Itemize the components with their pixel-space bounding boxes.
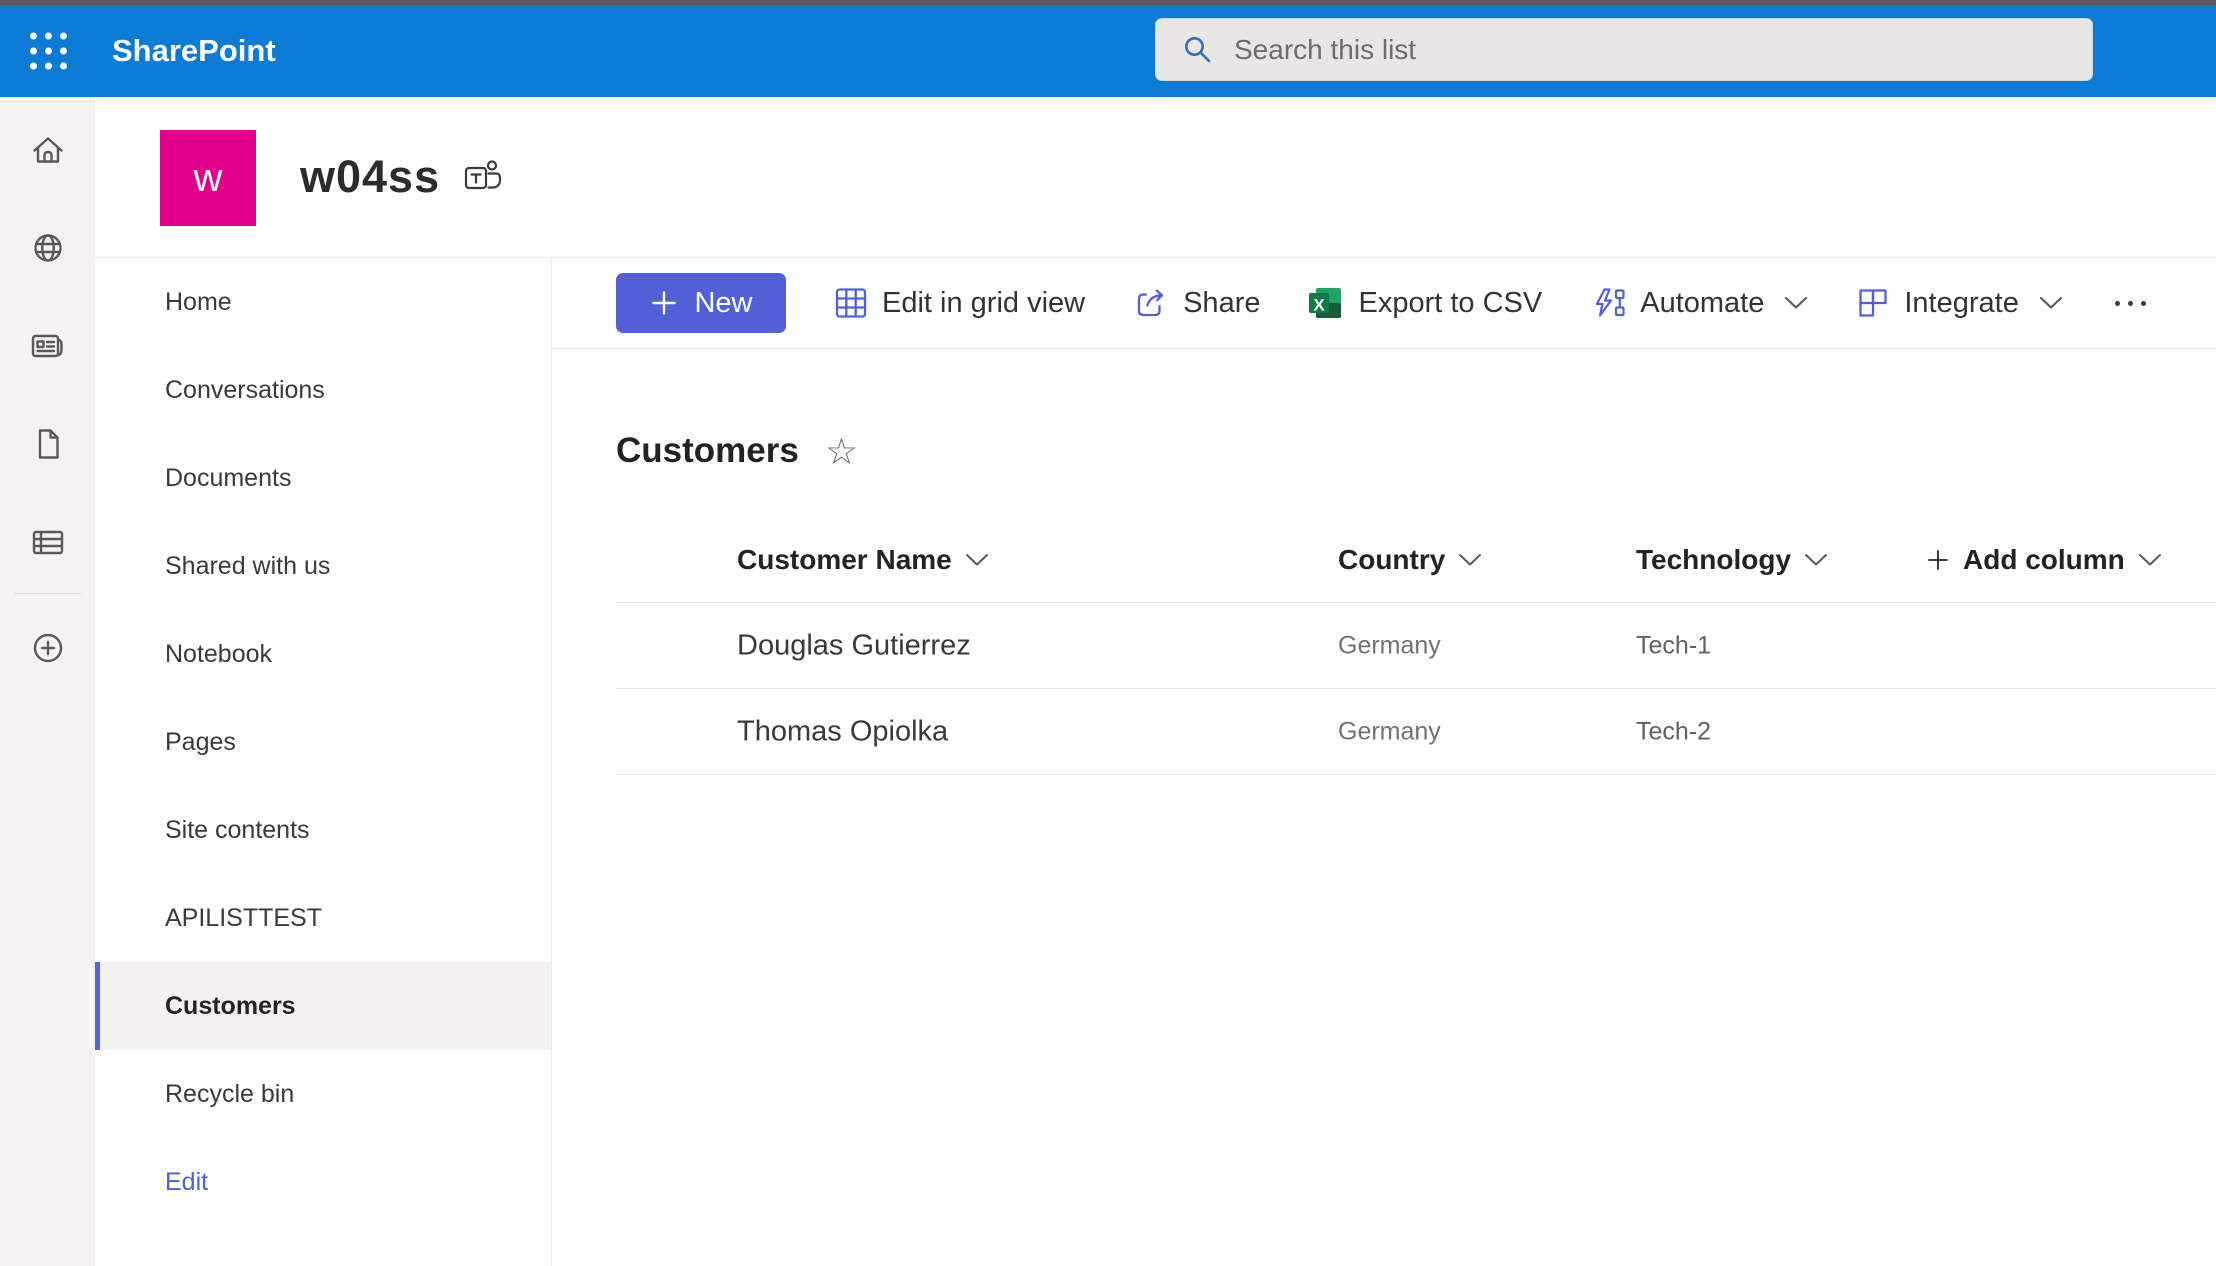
main-content: New Edit in grid view Share — [552, 258, 2216, 1266]
sharepoint-list-page: SharePoint w w04ss — [0, 0, 2216, 1266]
rail-divider — [14, 593, 81, 594]
sidebar-item-recycle-bin[interactable]: Recycle bin — [95, 1050, 551, 1138]
integrate-icon — [1856, 286, 1890, 320]
document-icon[interactable] — [29, 425, 67, 463]
plus-icon — [1926, 548, 1950, 572]
integrate-button[interactable]: Integrate — [1856, 286, 2062, 320]
grid-icon — [834, 286, 868, 320]
sidebar-item-apilisttest[interactable]: APILISTTEST — [95, 874, 551, 962]
cell-technology: Tech-2 — [1636, 717, 1711, 746]
export-to-csv-button[interactable]: X Export to CSV — [1308, 286, 1542, 320]
more-actions-ellipsis-icon[interactable] — [2111, 291, 2150, 316]
sharepoint-logo-text[interactable]: SharePoint — [112, 33, 276, 69]
automate-icon — [1590, 285, 1626, 321]
share-icon — [1133, 285, 1169, 321]
excel-icon: X — [1308, 286, 1344, 320]
sidebar-item-documents[interactable]: Documents — [95, 434, 551, 522]
sidebar-nav: Home Conversations Documents Shared with… — [95, 258, 552, 1266]
teams-icon — [462, 157, 506, 197]
cell-customer-name[interactable]: Douglas Gutierrez — [737, 629, 971, 662]
list-table: Customer Name Country Technology Add col… — [616, 518, 2216, 775]
search-input[interactable] — [1234, 34, 2034, 66]
chevron-down-icon — [1458, 553, 1482, 567]
chevron-down-icon — [965, 553, 989, 567]
sidebar-item-pages[interactable]: Pages — [95, 698, 551, 786]
list-view: Customers ☆ Customer Name Country Techno… — [616, 350, 2216, 775]
chevron-down-icon — [1784, 296, 1808, 310]
list-icon[interactable] — [29, 523, 67, 561]
search-icon — [1182, 34, 1214, 66]
sidebar-item-conversations[interactable]: Conversations — [95, 346, 551, 434]
cell-country: Germany — [1338, 717, 1441, 746]
news-icon[interactable] — [29, 327, 67, 365]
search-box — [1155, 18, 2093, 81]
add-circle-icon[interactable] — [29, 629, 67, 667]
sidebar-item-notebook[interactable]: Notebook — [95, 610, 551, 698]
automate-button[interactable]: Automate — [1590, 285, 1808, 321]
add-column-button[interactable]: Add column — [1926, 544, 2162, 576]
favorite-star-icon[interactable]: ☆ — [825, 433, 858, 470]
chevron-down-icon — [1804, 553, 1828, 567]
column-header-technology[interactable]: Technology — [1636, 544, 1828, 576]
sidebar-item-shared-with-us[interactable]: Shared with us — [95, 522, 551, 610]
svg-text:X: X — [1314, 296, 1326, 315]
new-button[interactable]: New — [616, 273, 786, 333]
nav-rail — [0, 97, 95, 1266]
globe-icon[interactable] — [29, 229, 67, 267]
home-icon[interactable] — [29, 131, 67, 169]
column-header-customer-name[interactable]: Customer Name — [737, 544, 989, 576]
cell-country: Germany — [1338, 631, 1441, 660]
suite-bar: SharePoint — [0, 5, 2216, 97]
table-row[interactable]: Douglas Gutierrez Germany Tech-1 — [616, 603, 2216, 689]
list-title: Customers — [616, 431, 799, 471]
site-title[interactable]: w04ss — [300, 151, 440, 203]
command-bar: New Edit in grid view Share — [552, 258, 2216, 349]
share-button[interactable]: Share — [1133, 285, 1260, 321]
table-header-row: Customer Name Country Technology Add col… — [616, 518, 2216, 603]
sidebar-item-home[interactable]: Home — [95, 258, 551, 346]
chevron-down-icon — [2039, 296, 2063, 310]
plus-icon — [649, 288, 679, 318]
app-launcher-waffle-icon[interactable] — [30, 33, 67, 70]
edit-in-grid-view-button[interactable]: Edit in grid view — [834, 286, 1085, 320]
site-header: w w04ss — [95, 97, 2216, 258]
sidebar-edit-link[interactable]: Edit — [95, 1138, 551, 1226]
cell-customer-name[interactable]: Thomas Opiolka — [737, 715, 948, 748]
site-logo[interactable]: w — [160, 130, 256, 226]
cell-technology: Tech-1 — [1636, 631, 1711, 660]
table-row[interactable]: Thomas Opiolka Germany Tech-2 — [616, 689, 2216, 775]
sidebar-item-site-contents[interactable]: Site contents — [95, 786, 551, 874]
column-header-country[interactable]: Country — [1338, 544, 1482, 576]
sidebar-item-customers[interactable]: Customers — [95, 962, 551, 1050]
chevron-down-icon — [2138, 553, 2162, 567]
